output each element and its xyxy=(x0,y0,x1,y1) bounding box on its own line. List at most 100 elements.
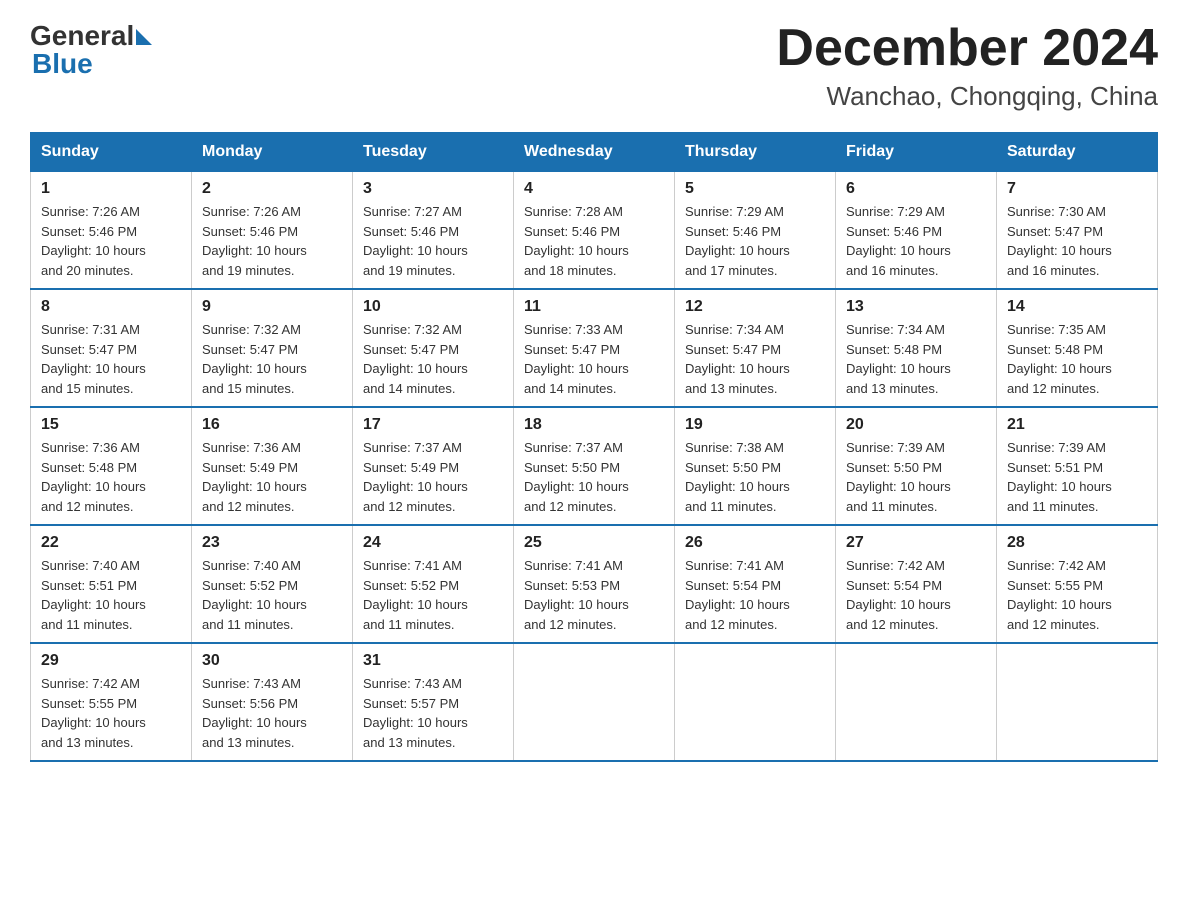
day-number: 5 xyxy=(685,180,825,198)
calendar-cell: 23 Sunrise: 7:40 AMSunset: 5:52 PMDayligh… xyxy=(192,525,353,643)
calendar-header-row: SundayMondayTuesdayWednesdayThursdayFrid… xyxy=(31,133,1158,172)
calendar-cell: 17 Sunrise: 7:37 AMSunset: 5:49 PMDayligh… xyxy=(353,407,514,525)
calendar-cell: 21 Sunrise: 7:39 AMSunset: 5:51 PMDayligh… xyxy=(997,407,1158,525)
calendar-cell: 15Sunrise: 7:36 AMSunset: 5:48 PMDayligh… xyxy=(31,407,192,525)
week-row-3: 15Sunrise: 7:36 AMSunset: 5:48 PMDayligh… xyxy=(31,407,1158,525)
day-number: 12 xyxy=(685,298,825,316)
week-row-1: 1 Sunrise: 7:26 AMSunset: 5:46 PMDaylight… xyxy=(31,172,1158,290)
week-row-2: 8 Sunrise: 7:31 AMSunset: 5:47 PMDaylight… xyxy=(31,289,1158,407)
calendar-cell: 12 Sunrise: 7:34 AMSunset: 5:47 PMDayligh… xyxy=(675,289,836,407)
day-number: 28 xyxy=(1007,534,1147,552)
day-info: Sunrise: 7:43 AMSunset: 5:57 PMDaylight:… xyxy=(363,674,503,752)
calendar-cell: 14Sunrise: 7:35 AMSunset: 5:48 PMDayligh… xyxy=(997,289,1158,407)
day-info: Sunrise: 7:38 AMSunset: 5:50 PMDaylight:… xyxy=(685,438,825,516)
header-monday: Monday xyxy=(192,133,353,172)
day-number: 17 xyxy=(363,416,503,434)
day-number: 29 xyxy=(41,652,181,670)
calendar-cell: 2Sunrise: 7:26 AMSunset: 5:46 PMDaylight… xyxy=(192,172,353,290)
calendar-cell: 16 Sunrise: 7:36 AMSunset: 5:49 PMDayligh… xyxy=(192,407,353,525)
day-number: 16 xyxy=(202,416,342,434)
day-info: Sunrise: 7:34 AMSunset: 5:48 PMDaylight:… xyxy=(846,320,986,398)
day-info: Sunrise: 7:26 AMSunset: 5:46 PMDaylight:… xyxy=(202,202,342,280)
day-number: 14 xyxy=(1007,298,1147,316)
day-info: Sunrise: 7:26 AMSunset: 5:46 PMDaylight:… xyxy=(41,202,181,280)
logo: General Blue xyxy=(30,20,152,80)
calendar-cell: 31 Sunrise: 7:43 AMSunset: 5:57 PMDayligh… xyxy=(353,643,514,761)
day-number: 8 xyxy=(41,298,181,316)
page-subtitle: Wanchao, Chongqing, China xyxy=(776,81,1158,112)
calendar-cell: 13 Sunrise: 7:34 AMSunset: 5:48 PMDayligh… xyxy=(836,289,997,407)
calendar-cell: 24Sunrise: 7:41 AMSunset: 5:52 PMDayligh… xyxy=(353,525,514,643)
week-row-4: 22Sunrise: 7:40 AMSunset: 5:51 PMDayligh… xyxy=(31,525,1158,643)
calendar-cell: 28 Sunrise: 7:42 AMSunset: 5:55 PMDayligh… xyxy=(997,525,1158,643)
day-number: 26 xyxy=(685,534,825,552)
header-thursday: Thursday xyxy=(675,133,836,172)
day-info: Sunrise: 7:42 AMSunset: 5:55 PMDaylight:… xyxy=(41,674,181,752)
day-info: Sunrise: 7:29 AMSunset: 5:46 PMDaylight:… xyxy=(685,202,825,280)
day-number: 21 xyxy=(1007,416,1147,434)
day-info: Sunrise: 7:31 AMSunset: 5:47 PMDaylight:… xyxy=(41,320,181,398)
calendar-cell: 19 Sunrise: 7:38 AMSunset: 5:50 PMDayligh… xyxy=(675,407,836,525)
week-row-5: 29 Sunrise: 7:42 AMSunset: 5:55 PMDayligh… xyxy=(31,643,1158,761)
calendar-cell: 11Sunrise: 7:33 AMSunset: 5:47 PMDayligh… xyxy=(514,289,675,407)
calendar-cell: 4 Sunrise: 7:28 AMSunset: 5:46 PMDaylight… xyxy=(514,172,675,290)
title-section: December 2024 Wanchao, Chongqing, China xyxy=(776,20,1158,112)
day-info: Sunrise: 7:32 AMSunset: 5:47 PMDaylight:… xyxy=(363,320,503,398)
calendar-cell: 5 Sunrise: 7:29 AMSunset: 5:46 PMDaylight… xyxy=(675,172,836,290)
day-number: 11 xyxy=(524,298,664,316)
day-number: 31 xyxy=(363,652,503,670)
header-tuesday: Tuesday xyxy=(353,133,514,172)
day-info: Sunrise: 7:41 AMSunset: 5:53 PMDaylight:… xyxy=(524,556,664,634)
day-info: Sunrise: 7:40 AMSunset: 5:52 PMDaylight:… xyxy=(202,556,342,634)
day-info: Sunrise: 7:43 AMSunset: 5:56 PMDaylight:… xyxy=(202,674,342,752)
day-number: 27 xyxy=(846,534,986,552)
day-info: Sunrise: 7:28 AMSunset: 5:46 PMDaylight:… xyxy=(524,202,664,280)
day-number: 10 xyxy=(363,298,503,316)
day-number: 4 xyxy=(524,180,664,198)
day-number: 3 xyxy=(363,180,503,198)
day-info: Sunrise: 7:41 AMSunset: 5:54 PMDaylight:… xyxy=(685,556,825,634)
day-info: Sunrise: 7:34 AMSunset: 5:47 PMDaylight:… xyxy=(685,320,825,398)
calendar-cell: 10 Sunrise: 7:32 AMSunset: 5:47 PMDayligh… xyxy=(353,289,514,407)
calendar-cell: 20 Sunrise: 7:39 AMSunset: 5:50 PMDayligh… xyxy=(836,407,997,525)
day-number: 23 xyxy=(202,534,342,552)
calendar-cell xyxy=(514,643,675,761)
day-info: Sunrise: 7:36 AMSunset: 5:49 PMDaylight:… xyxy=(202,438,342,516)
header-friday: Friday xyxy=(836,133,997,172)
day-number: 18 xyxy=(524,416,664,434)
day-number: 25 xyxy=(524,534,664,552)
day-info: Sunrise: 7:37 AMSunset: 5:49 PMDaylight:… xyxy=(363,438,503,516)
calendar-cell xyxy=(997,643,1158,761)
day-info: Sunrise: 7:42 AMSunset: 5:54 PMDaylight:… xyxy=(846,556,986,634)
calendar-cell: 6Sunrise: 7:29 AMSunset: 5:46 PMDaylight… xyxy=(836,172,997,290)
logo-triangle-icon xyxy=(136,29,152,45)
day-number: 9 xyxy=(202,298,342,316)
calendar-cell: 26 Sunrise: 7:41 AMSunset: 5:54 PMDayligh… xyxy=(675,525,836,643)
header-sunday: Sunday xyxy=(31,133,192,172)
day-info: Sunrise: 7:41 AMSunset: 5:52 PMDaylight:… xyxy=(363,556,503,634)
page-title: December 2024 xyxy=(776,20,1158,77)
day-info: Sunrise: 7:37 AMSunset: 5:50 PMDaylight:… xyxy=(524,438,664,516)
day-info: Sunrise: 7:39 AMSunset: 5:51 PMDaylight:… xyxy=(1007,438,1147,516)
logo-blue-text: Blue xyxy=(32,48,93,80)
day-number: 1 xyxy=(41,180,181,198)
day-info: Sunrise: 7:40 AMSunset: 5:51 PMDaylight:… xyxy=(41,556,181,634)
day-info: Sunrise: 7:42 AMSunset: 5:55 PMDaylight:… xyxy=(1007,556,1147,634)
calendar-table: SundayMondayTuesdayWednesdayThursdayFrid… xyxy=(30,132,1158,762)
calendar-cell: 18 Sunrise: 7:37 AMSunset: 5:50 PMDayligh… xyxy=(514,407,675,525)
calendar-cell xyxy=(836,643,997,761)
day-info: Sunrise: 7:36 AMSunset: 5:48 PMDaylight:… xyxy=(41,438,181,516)
day-number: 20 xyxy=(846,416,986,434)
day-number: 6 xyxy=(846,180,986,198)
calendar-cell: 1 Sunrise: 7:26 AMSunset: 5:46 PMDaylight… xyxy=(31,172,192,290)
calendar-cell xyxy=(675,643,836,761)
day-number: 13 xyxy=(846,298,986,316)
calendar-cell: 9 Sunrise: 7:32 AMSunset: 5:47 PMDaylight… xyxy=(192,289,353,407)
day-info: Sunrise: 7:30 AMSunset: 5:47 PMDaylight:… xyxy=(1007,202,1147,280)
day-info: Sunrise: 7:39 AMSunset: 5:50 PMDaylight:… xyxy=(846,438,986,516)
day-info: Sunrise: 7:32 AMSunset: 5:47 PMDaylight:… xyxy=(202,320,342,398)
calendar-cell: 8 Sunrise: 7:31 AMSunset: 5:47 PMDaylight… xyxy=(31,289,192,407)
day-number: 19 xyxy=(685,416,825,434)
day-info: Sunrise: 7:27 AMSunset: 5:46 PMDaylight:… xyxy=(363,202,503,280)
calendar-cell: 29 Sunrise: 7:42 AMSunset: 5:55 PMDayligh… xyxy=(31,643,192,761)
